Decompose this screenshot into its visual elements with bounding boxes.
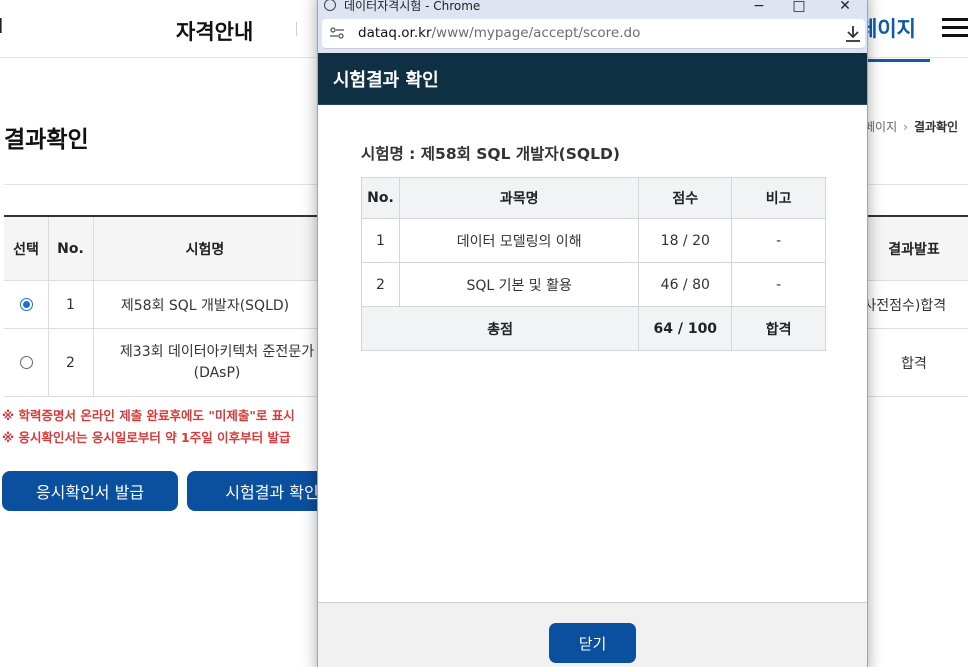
- row-result: 합격: [901, 355, 927, 372]
- total-label: 총점: [360, 306, 640, 351]
- col-header-no: No.: [57, 240, 84, 257]
- url-text: dataq.or.kr/www/mypage/accept/score.do: [358, 25, 640, 41]
- score-row-subject: 데이터 모델링의 이해: [398, 218, 640, 263]
- nav-item-qualification-info[interactable]: 자격안내: [176, 16, 253, 46]
- col-note: 비고: [731, 177, 826, 219]
- site-settings-icon[interactable]: [329, 27, 345, 39]
- row-no: 1: [66, 296, 75, 313]
- score-row-score: 46 / 80: [638, 262, 733, 307]
- window-titlebar[interactable]: 데이터자격시험 - Chrome − □ ✕: [318, 0, 867, 17]
- window-title: 데이터자격시험 - Chrome: [344, 0, 481, 13]
- row-no: 2: [66, 354, 75, 371]
- site-logo-fragment[interactable]: Ⅰ: [0, 14, 3, 38]
- score-row: 1 데이터 모델링의 이해 18 / 20 -: [361, 218, 826, 263]
- maximize-icon[interactable]: □: [779, 0, 819, 17]
- breadcrumb-parent[interactable]: 페이지: [864, 120, 897, 134]
- address-bar: dataq.or.kr/www/mypage/accept/score.do: [318, 17, 867, 53]
- breadcrumb: 페이지 › 결과확인: [864, 118, 958, 135]
- breadcrumb-current: 결과확인: [913, 120, 959, 134]
- exam-name-label: 시험명 : 제58회 SQL 개발자(SQLD): [361, 145, 620, 163]
- popup-header: 시험결과 확인: [318, 53, 867, 105]
- page-title: 결과확인: [4, 127, 89, 153]
- minimize-icon[interactable]: −: [739, 0, 779, 17]
- total-score: 64 / 100: [638, 306, 733, 351]
- score-popup-window: 데이터자격시험 - Chrome − □ ✕ dataq.or.kr/www/m…: [317, 0, 868, 667]
- score-row-no: 2: [361, 262, 400, 307]
- close-button[interactable]: 닫기: [549, 623, 636, 663]
- col-subject: 과목명: [398, 177, 640, 219]
- col-header-result: 결과발표: [888, 241, 940, 258]
- col-header-exam-name: 시험명: [185, 241, 225, 258]
- select-radio-1[interactable]: [19, 298, 33, 311]
- issue-certificate-button[interactable]: 응시확인서 발급: [2, 471, 178, 511]
- score-row-note: -: [731, 262, 826, 307]
- col-header-select: 선택: [13, 241, 39, 258]
- score-table: No. 과목명 점수 비고 1 데이터 모델링의 이해 18 / 20 - 2 …: [360, 177, 826, 351]
- score-row-no: 1: [361, 218, 400, 263]
- score-row-score: 18 / 20: [638, 218, 733, 263]
- select-radio-2[interactable]: [19, 356, 33, 369]
- row-exam-name: 제58회 SQL 개발자(SQLD): [120, 297, 290, 314]
- notice-transcript: ※ 학력증명서 온라인 제출 완료후에도 "미제출"로 표시: [2, 408, 295, 423]
- hamburger-menu-icon[interactable]: [942, 18, 968, 38]
- total-row: 총점 64 / 100 합격: [360, 306, 826, 351]
- close-window-icon[interactable]: ✕: [825, 0, 865, 17]
- total-result: 합격: [731, 306, 826, 351]
- breadcrumb-chevron-icon: ›: [903, 120, 908, 134]
- score-header-row: No. 과목명 점수 비고: [361, 177, 826, 219]
- score-row: 2 SQL 기본 및 활용 46 / 80 -: [361, 262, 826, 307]
- row-exam-name: 제33회 데이터아키텍처 준전문가 (DAsP): [119, 343, 315, 381]
- globe-icon: [324, 0, 336, 11]
- notice-certificate: ※ 응시확인서는 응시일로부터 약 1주일 이후부터 발급: [2, 430, 291, 445]
- download-icon[interactable]: [844, 24, 862, 44]
- col-no: No.: [361, 177, 400, 219]
- popup-footer: 닫기: [318, 602, 867, 667]
- screen: Ⅰ 자격안내 페이지 결과확인 페이지 › 결과확인 선택 No. 시험명 결과발표…: [0, 0, 968, 667]
- url-field[interactable]: dataq.or.kr/www/mypage/accept/score.do: [322, 19, 865, 49]
- score-row-subject: SQL 기본 및 활용: [398, 262, 640, 307]
- score-row-note: -: [731, 218, 826, 263]
- nav-active-underline: [866, 59, 930, 62]
- nav-separator: [296, 22, 297, 36]
- url-path: /www/mypage/accept/score.do: [431, 25, 641, 41]
- url-domain: dataq.or.kr: [358, 25, 432, 41]
- col-score: 점수: [638, 177, 733, 219]
